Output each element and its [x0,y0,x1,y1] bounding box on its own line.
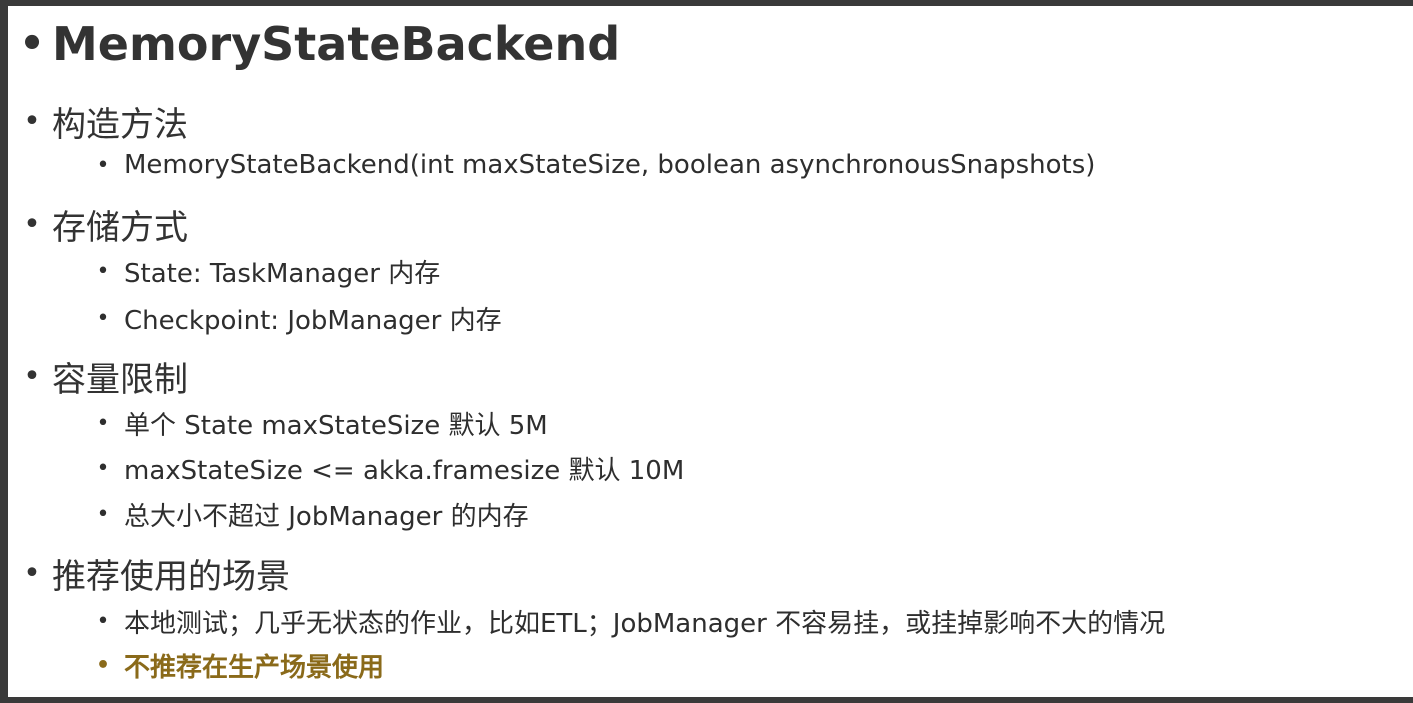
list-item-text: 不推荐在生产场景使用 [124,652,385,683]
section-heading-text: 存储方式 [52,207,188,248]
bullet-icon: • [96,455,110,481]
list-item-warning: • 不推荐在生产场景使用 [82,646,384,684]
bullet-icon: • [19,21,45,67]
section-heading-constructor: • 构造方法 [12,99,188,145]
list-item-text: State: TaskManager 内存 [124,258,441,289]
bullet-icon: • [23,103,41,139]
slide-title: • MemoryStateBackend [12,14,620,74]
bullet-icon: • [23,358,41,394]
section-heading-storage: • 存储方式 [12,202,188,248]
list-item-text: maxStateSize <= akka.framesize 默认 10M [124,455,685,486]
list-item-text: MemoryStateBackend(int maxStateSize, boo… [124,150,1096,180]
list-item: • 本地测试；几乎无状态的作业，比如ETL；JobManager 不容易挂，或挂… [82,602,1166,640]
bullet-icon: • [96,501,110,527]
bullet-icon: • [96,258,110,284]
list-item: • 单个 State maxStateSize 默认 5M [82,404,548,442]
section-heading-capacity: • 容量限制 [12,354,188,400]
bullet-icon: • [96,152,110,178]
section-heading-text: 容量限制 [52,359,188,400]
list-item-text: 本地测试；几乎无状态的作业，比如ETL；JobManager 不容易挂，或挂掉影… [124,608,1166,639]
list-item: • maxStateSize <= akka.framesize 默认 10M [82,449,685,487]
bullet-icon: • [96,410,110,436]
bullet-icon: • [95,652,111,678]
bullet-icon: • [96,305,110,331]
list-item: • MemoryStateBackend(int maxStateSize, b… [82,146,1096,184]
section-heading-text: 推荐使用的场景 [52,556,290,597]
section-heading-text: 构造方法 [52,104,188,145]
bullet-icon: • [23,555,41,591]
list-item-text: 单个 State maxStateSize 默认 5M [124,410,548,441]
list-item: • 总大小不超过 JobManager 的内存 [82,495,529,533]
bullet-icon: • [96,608,110,634]
bullet-icon: • [23,206,41,242]
list-item: • Checkpoint: JobManager 内存 [82,299,502,337]
slide: • MemoryStateBackend • 构造方法 • MemoryStat… [8,6,1413,697]
title-text: MemoryStateBackend [52,17,621,71]
list-item: • State: TaskManager 内存 [82,252,441,290]
list-item-text: Checkpoint: JobManager 内存 [124,305,502,336]
section-heading-scenarios: • 推荐使用的场景 [12,551,290,597]
list-item-text: 总大小不超过 JobManager 的内存 [124,501,529,532]
